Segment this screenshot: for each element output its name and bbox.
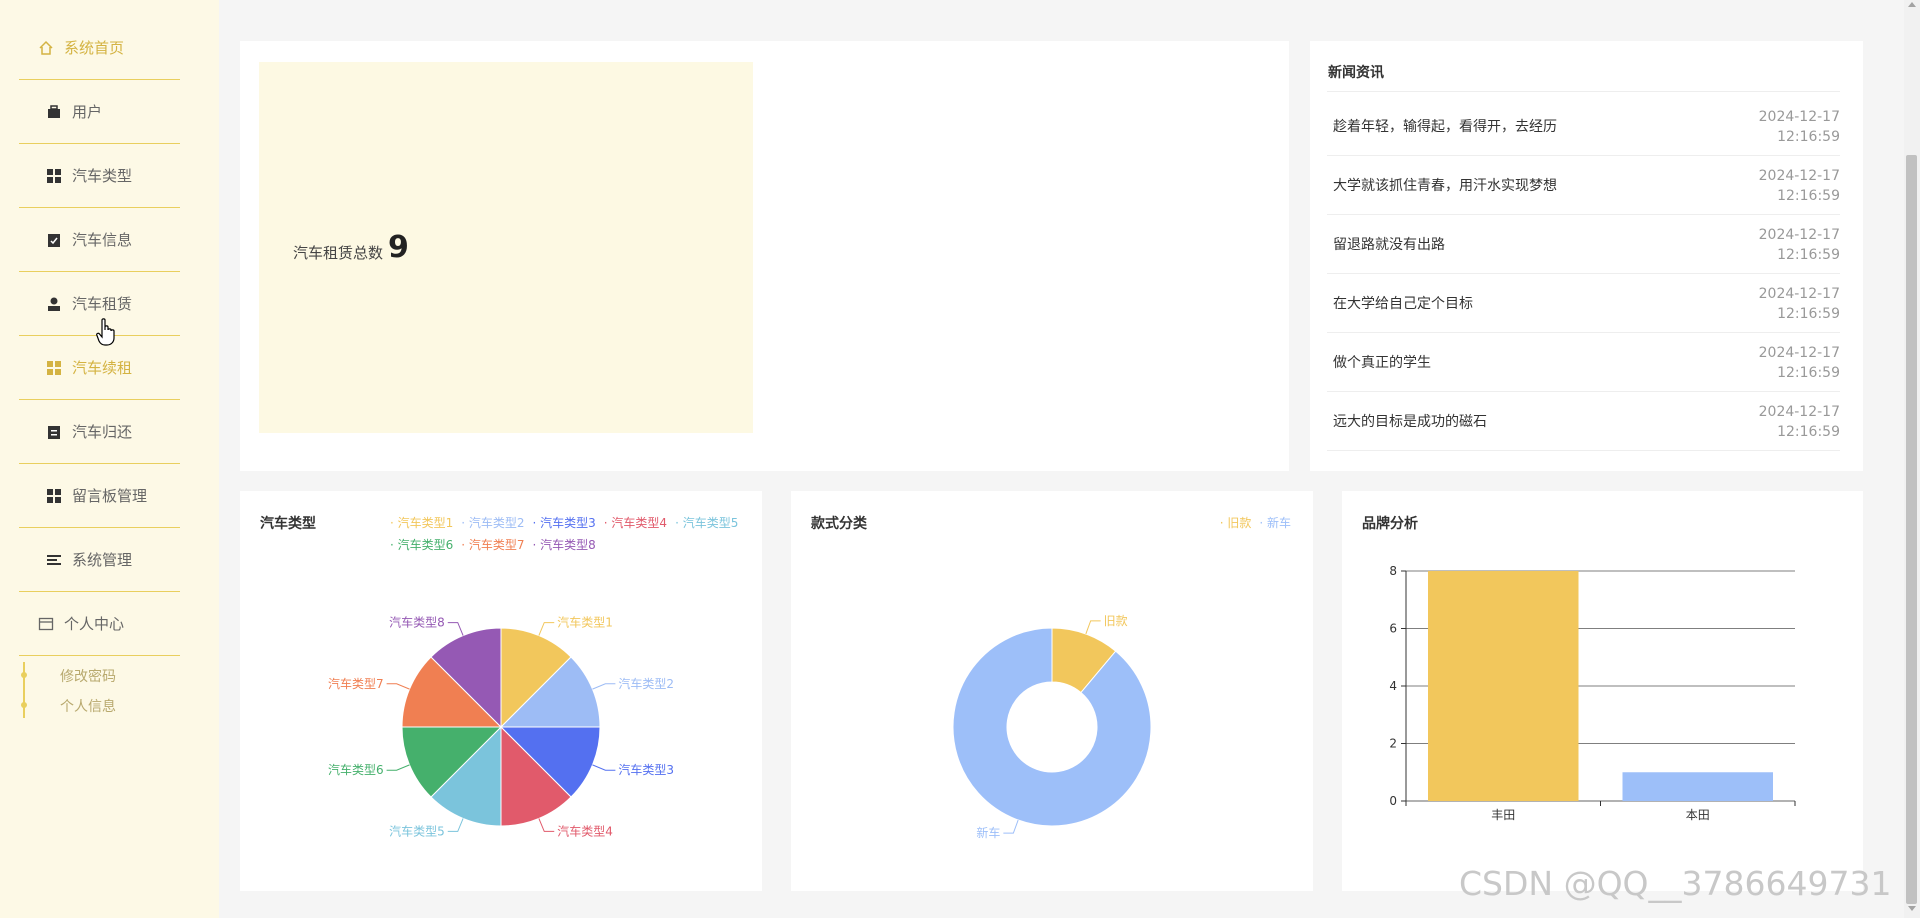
pie-label: 旧款	[1104, 614, 1128, 628]
personal-submenu: 修改密码 个人信息	[19, 662, 180, 722]
style-donut-chart: 旧款新车	[952, 614, 1152, 840]
sidebar-item-message-board[interactable]: 留言板管理	[19, 464, 180, 528]
sidebar-item-system[interactable]: 系统管理	[19, 528, 180, 592]
sidebar-item-label: 汽车续租	[72, 359, 133, 377]
watermark: CSDN @QQ__3786649731	[1459, 864, 1892, 903]
sidebar-item-label: 系统管理	[72, 551, 133, 569]
pie-label: 汽车类型8	[389, 615, 445, 630]
pie-label: 汽车类型6	[328, 762, 384, 777]
stat-value: 9	[388, 230, 409, 265]
pie-label: 汽车类型3	[618, 762, 674, 777]
news-item-title[interactable]: 大学就该抓住青春，用汗水实现梦想	[1333, 175, 1557, 195]
pie-label-line	[538, 818, 555, 832]
y-tick-label: 6	[1389, 622, 1397, 636]
sidebar-item-car-types[interactable]: 汽车类型	[19, 144, 180, 208]
pie-label: 汽车类型4	[557, 823, 613, 838]
y-tick-label: 4	[1389, 679, 1397, 693]
sidebar-item-label: 汽车信息	[72, 231, 133, 249]
news-item-time: 2024-12-17 12:16:59	[1758, 227, 1840, 263]
person-icon	[48, 297, 60, 311]
grid-icon	[47, 488, 61, 503]
news-item-time: 2024-12-17 12:16:59	[1758, 345, 1840, 381]
submenu-personal-info[interactable]: 个人信息	[60, 696, 116, 716]
y-tick-label: 8	[1389, 564, 1397, 578]
news-item[interactable]: 在大学给自己定个目标 2024-12-17 12:16:59	[1327, 274, 1840, 333]
hand-cursor-icon	[96, 318, 115, 346]
sidebar-item-car-return[interactable]: 汽车归还	[19, 400, 180, 464]
sidebar: 系统首页 用户 汽车类型 汽车信息 汽车租赁 汽车续租 汽车归还 留言板管理 系…	[0, 0, 219, 918]
sidebar-item-users[interactable]: 用户	[19, 80, 180, 144]
car-type-chart-panel: 汽车类型 · 汽车类型1 · 汽车类型2 · 汽车类型3 · 汽车类型4 · 汽车类型5…	[240, 491, 762, 891]
pie-label-line	[447, 622, 464, 636]
news-item-time: 2024-12-17 12:16:59	[1758, 404, 1840, 440]
sidebar-item-personal[interactable]: 个人中心	[19, 592, 180, 656]
menu-icon	[47, 554, 61, 565]
pie-label-line	[386, 764, 410, 771]
news-panel-title: 新闻资讯	[1328, 65, 1384, 81]
brand-chart-panel: 品牌分析 0 2 4 6 8 丰田 本田	[1342, 491, 1863, 891]
sidebar-item-home[interactable]: 系统首页	[19, 16, 180, 80]
news-item[interactable]: 留退路就没有出路 2024-12-17 12:16:59	[1327, 215, 1840, 274]
pie-label-line	[592, 683, 616, 690]
news-item-title[interactable]: 远大的目标是成功的磁石	[1333, 411, 1487, 431]
style-chart-panel: 款式分类 · 旧款 · 新车 旧款 新车	[791, 491, 1313, 891]
pie-label: 汽车类型1	[557, 615, 613, 630]
x-tick-label: 本田	[1686, 808, 1710, 822]
pie-label-line	[1085, 620, 1101, 635]
divider	[1327, 91, 1840, 92]
news-item-time: 2024-12-17 12:16:59	[1758, 286, 1840, 322]
bar	[1428, 571, 1579, 801]
stat-label: 汽车租赁总数	[293, 244, 384, 262]
news-item-title[interactable]: 做个真正的学生	[1333, 352, 1431, 372]
pie-label-line	[592, 764, 616, 771]
news-item[interactable]: 趁着年轻，输得起，看得开，去经历 2024-12-17 12:16:59	[1327, 97, 1840, 156]
pie-label-line	[1003, 819, 1019, 834]
sidebar-item-label: 系统首页	[64, 39, 125, 57]
clipboard-check-icon	[48, 233, 60, 247]
sidebar-item-label: 汽车类型	[72, 167, 133, 185]
window-icon	[38, 617, 54, 630]
sidebar-item-label: 汽车租赁	[72, 295, 133, 313]
news-item-time: 2024-12-17 12:16:59	[1758, 109, 1840, 145]
pie-label-line	[447, 818, 464, 832]
scrollbar-thumb[interactable]	[1906, 155, 1917, 904]
pie-label: 汽车类型2	[618, 676, 674, 691]
briefcase-icon	[48, 104, 60, 118]
sidebar-item-label: 用户	[72, 103, 103, 121]
pie-label-line	[538, 622, 555, 636]
sidebar-item-label: 汽车归还	[72, 423, 133, 441]
submenu-line	[23, 662, 25, 718]
clipboard-icon	[48, 425, 60, 439]
news-item-title[interactable]: 在大学给自己定个目标	[1333, 293, 1473, 313]
sidebar-item-car-info[interactable]: 汽车信息	[19, 208, 180, 272]
news-item[interactable]: 大学就该抓住青春，用汗水实现梦想 2024-12-17 12:16:59	[1327, 156, 1840, 215]
pie-label: 新车	[976, 825, 1000, 840]
submenu-dot	[21, 672, 27, 678]
pie-label-line	[386, 683, 410, 690]
home-icon	[39, 40, 53, 55]
news-item[interactable]: 远大的目标是成功的磁石 2024-12-17 12:16:59	[1327, 392, 1840, 451]
submenu-change-password[interactable]: 修改密码	[60, 666, 116, 686]
x-tick-label: 丰田	[1491, 808, 1515, 822]
scroll-up-arrow-icon[interactable]	[1908, 2, 1916, 7]
y-tick-label: 0	[1389, 794, 1397, 808]
bar	[1622, 772, 1773, 801]
scroll-down-arrow-icon[interactable]	[1908, 906, 1916, 911]
news-item-title[interactable]: 留退路就没有出路	[1333, 234, 1445, 254]
pie-label: 汽车类型5	[389, 823, 445, 838]
grid-icon	[47, 168, 61, 183]
news-item-title[interactable]: 趁着年轻，输得起，看得开，去经历	[1333, 116, 1557, 136]
sidebar-item-label: 个人中心	[64, 615, 125, 633]
brand-bar-chart: 0 2 4 6 8 丰田 本田	[1389, 564, 1796, 822]
sidebar-item-label: 留言板管理	[72, 487, 148, 505]
news-item-time: 2024-12-17 12:16:59	[1758, 168, 1840, 204]
news-item[interactable]: 做个真正的学生 2024-12-17 12:16:59	[1327, 333, 1840, 392]
grid-icon	[47, 360, 61, 375]
y-tick-label: 2	[1389, 737, 1397, 751]
stat-card: 汽车租赁总数 9	[259, 62, 753, 433]
car-type-pie-chart: 汽车类型1 汽车类型2 汽车类型3 汽车类型4 汽车类型5 汽车类型6 汽车类型7 汽车类型8	[328, 615, 674, 839]
pie-slice	[952, 627, 1152, 827]
pie-label: 汽车类型7	[328, 676, 384, 691]
submenu-dot	[21, 702, 27, 708]
